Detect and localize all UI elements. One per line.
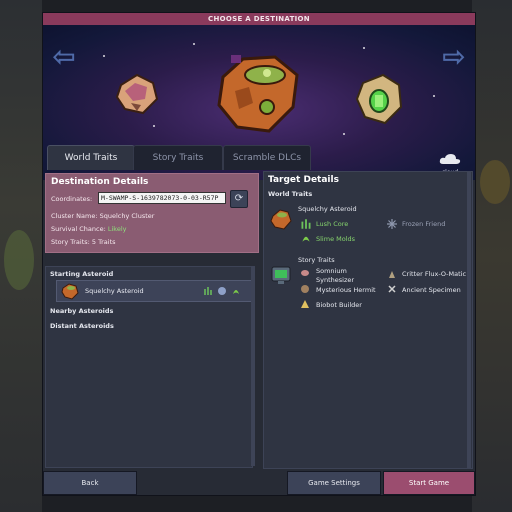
trait-frozen-friend: Frozen Friend	[402, 220, 446, 228]
prev-arrow-button[interactable]: ⇦	[49, 43, 79, 71]
tab-scramble-dlcs[interactable]: Scramble DLCs	[223, 145, 311, 170]
target-asteroid-name: Squelchy Asteroid	[298, 205, 357, 213]
squelchy-asteroid-icon	[61, 283, 79, 300]
nearby-asteroids-label: Nearby Asteroids	[50, 307, 114, 315]
starting-asteroid-label: Starting Asteroid	[50, 270, 114, 278]
target-details-title: Target Details	[268, 175, 339, 185]
refresh-icon: ⟳	[234, 193, 244, 204]
story-traits-icon	[271, 266, 291, 284]
target-details-scroll-thumb[interactable]	[467, 172, 471, 468]
tab-world-traits[interactable]: World Traits	[47, 145, 135, 170]
asteroid-list-scroll-thumb[interactable]	[251, 266, 255, 466]
distant-asteroids-label: Distant Asteroids	[50, 322, 114, 330]
start-game-button[interactable]: Start Game	[383, 471, 475, 495]
asteroid-right-icon[interactable]	[353, 71, 405, 127]
cloud-icon	[439, 154, 461, 164]
background-right	[472, 0, 512, 512]
back-button[interactable]: Back	[43, 471, 137, 495]
slime-molds-icon	[302, 236, 310, 242]
ancient-specimen-icon	[388, 285, 396, 293]
coordinates-label: Coordinates:	[51, 195, 93, 203]
frozen-friend-icon	[218, 287, 226, 295]
asteroid-list: Starting Asteroid Squelchy Asteroid Near…	[45, 266, 253, 468]
window-title: CHOOSE A DESTINATION	[43, 13, 475, 25]
left-panel: Destination Details Coordinates: ⟳ Clust…	[43, 171, 259, 468]
somnium-synthesizer-icon	[301, 270, 309, 276]
destination-details-title: Destination Details	[51, 177, 149, 187]
tab-story-traits[interactable]: Story Traits	[133, 145, 223, 170]
coordinates-input[interactable]	[98, 192, 226, 204]
mysterious-hermit-icon	[301, 285, 309, 293]
survival-value: Likely	[107, 225, 127, 233]
asteroid-list-scrollbar[interactable]	[251, 266, 255, 466]
asteroid-row-name: Squelchy Asteroid	[85, 287, 144, 295]
target-asteroid-icon	[270, 209, 292, 230]
story-mysterious-hermit: Mysterious Hermit	[316, 286, 376, 294]
survival-label: Survival Chance:	[51, 225, 108, 233]
lush-core-icon	[301, 219, 311, 229]
world-traits-label: World Traits	[268, 190, 313, 198]
destination-details: Destination Details Coordinates: ⟳ Clust…	[45, 173, 259, 253]
refresh-coordinates-button[interactable]: ⟳	[230, 190, 248, 208]
story-biobot-builder: Biobot Builder	[316, 301, 362, 309]
game-settings-button[interactable]: Game Settings	[287, 471, 381, 495]
asteroid-left-icon[interactable]	[113, 69, 161, 117]
story-ancient-specimen: Ancient Specimen	[402, 286, 461, 294]
asteroid-row-squelchy[interactable]: Squelchy Asteroid	[56, 280, 252, 302]
asteroid-center-icon[interactable]	[213, 47, 303, 137]
next-arrow-button[interactable]: ⇨	[439, 43, 469, 71]
destination-window: CHOOSE A DESTINATION ⇦ ⇨ World Traits St…	[42, 12, 476, 496]
trait-slime-molds: Slime Molds	[316, 235, 356, 243]
biobot-builder-icon	[301, 300, 309, 308]
trait-lush-core: Lush Core	[316, 220, 349, 228]
background-duplicant	[480, 160, 510, 204]
target-details-panel: Target Details World Traits Squelchy Ast…	[263, 171, 473, 469]
story-traits-label: Story Traits	[298, 256, 335, 264]
lush-core-icon	[204, 287, 212, 295]
critter-flux-icon	[389, 271, 395, 278]
story-somnium-line2: Synthesizer	[316, 276, 355, 284]
story-traits-count: Story Traits: 5 Traits	[51, 238, 116, 246]
slime-molds-icon	[233, 290, 239, 294]
story-somnium-line1: Somnium	[316, 267, 347, 275]
survival-chance: Survival Chance: Likely	[51, 225, 127, 233]
cluster-name: Cluster Name: Squelchy Cluster	[51, 212, 155, 220]
story-critter-flux: Critter Flux-O-Matic	[402, 270, 467, 278]
background-plant	[4, 230, 34, 290]
target-details-scrollbar[interactable]	[467, 172, 471, 468]
frozen-friend-icon	[387, 219, 397, 229]
